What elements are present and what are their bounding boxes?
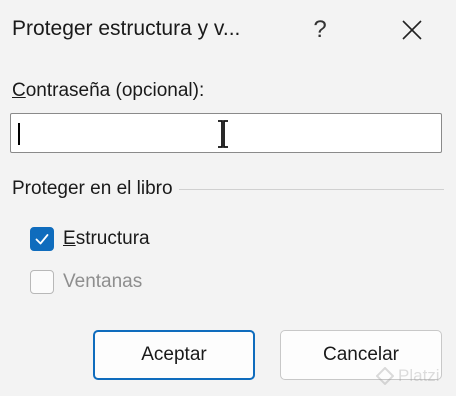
group-label: Proteger en el libro bbox=[12, 178, 179, 200]
ibeam-cursor-icon bbox=[218, 120, 228, 148]
structure-label: Estructura bbox=[63, 228, 150, 249]
platzi-logo-icon bbox=[376, 367, 394, 385]
password-label: Contraseña (opcional): bbox=[12, 80, 205, 101]
checkmark-icon bbox=[35, 234, 49, 245]
windows-checkbox-row[interactable]: Ventanas bbox=[30, 268, 142, 296]
close-icon bbox=[402, 20, 422, 40]
close-button[interactable] bbox=[390, 8, 434, 52]
help-button[interactable]: ? bbox=[298, 8, 342, 52]
watermark-text: Platzi bbox=[398, 366, 440, 385]
text-caret bbox=[18, 123, 20, 145]
dialog-title: Proteger estructura y v... bbox=[12, 17, 241, 40]
title-bar: Proteger estructura y v... ? bbox=[0, 0, 456, 62]
accept-button[interactable]: Aceptar bbox=[93, 330, 255, 380]
protect-structure-dialog: Proteger estructura y v... ? Contraseña … bbox=[0, 0, 456, 396]
platzi-watermark: Platzi bbox=[376, 366, 440, 386]
protect-group: Proteger en el libro bbox=[12, 178, 444, 202]
windows-label: Ventanas bbox=[63, 271, 143, 292]
structure-checkbox-row[interactable]: Estructura bbox=[30, 225, 150, 253]
windows-checkbox[interactable] bbox=[30, 270, 54, 294]
structure-checkbox[interactable] bbox=[30, 227, 54, 251]
password-input[interactable] bbox=[10, 113, 442, 153]
